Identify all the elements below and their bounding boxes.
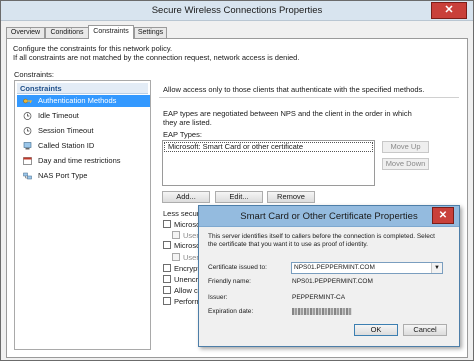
certificate-select[interactable]: NPS01.PEPPERMINT.COM ▼ — [291, 262, 443, 274]
eap-types-list[interactable]: Microsoft: Smart Card or other certifica… — [162, 140, 375, 186]
checkbox-label: Microso — [174, 241, 201, 250]
clock-icon — [23, 127, 32, 135]
edit-button[interactable]: Edit... — [215, 191, 263, 203]
ok-button[interactable]: OK — [354, 324, 398, 336]
dialog-description: the certificate that you want it to use … — [208, 241, 368, 248]
network-icon — [23, 172, 32, 180]
dialog-close-button[interactable]: ✕ — [432, 207, 454, 224]
constraint-item-label: Idle Timeout — [38, 111, 79, 120]
move-down-button[interactable]: Move Down — [382, 158, 429, 170]
constraint-item-label: Day and time restrictions — [38, 156, 121, 165]
dialog-description: This server identifies itself to callers… — [208, 233, 435, 240]
allow-clients-checkbox[interactable] — [163, 286, 171, 294]
checkbox-label: Allow cl — [174, 286, 200, 295]
cancel-button[interactable]: Cancel — [403, 324, 447, 336]
constraints-label: Constraints: — [14, 70, 55, 79]
eap-types-label: EAP Types: — [163, 130, 202, 139]
key-icon — [23, 98, 32, 104]
eap-description: EAP types are negotiated between NPS and… — [163, 109, 412, 118]
friendly-name-label: Friendly name: — [208, 278, 251, 285]
expiration-date-value-redacted — [292, 308, 352, 315]
constraints-header: Constraints — [17, 83, 148, 94]
allow-access-text: Allow access only to those clients that … — [163, 85, 425, 94]
unencrypted-auth-checkbox[interactable] — [163, 275, 171, 283]
close-button[interactable]: ✕ — [431, 2, 467, 19]
user-change-password-checkbox[interactable] — [172, 231, 180, 239]
checkbox-label: Perform — [174, 297, 201, 306]
remove-button[interactable]: Remove — [267, 191, 315, 203]
description-line: Configure the constraints for this netwo… — [13, 44, 173, 53]
user-change-password-checkbox[interactable] — [172, 253, 180, 261]
tab-conditions[interactable]: Conditions — [45, 27, 89, 38]
constraint-item-called-station-id[interactable]: Called Station ID — [17, 140, 150, 152]
constraint-item-label: Session Timeout — [38, 126, 94, 135]
expiration-date-label: Expiration date: — [208, 308, 254, 315]
add-button[interactable]: Add... — [162, 191, 210, 203]
constraint-item-day-time[interactable]: Day and time restrictions — [17, 155, 150, 167]
issuer-value: PEPPERMINT-CA — [292, 294, 346, 301]
checkbox-label: Microso — [174, 220, 201, 229]
mschap-checkbox[interactable] — [163, 241, 171, 249]
eap-description: they are listed. — [163, 118, 212, 127]
friendly-name-value: NPS01.PEPPERMINT.COM — [292, 278, 373, 285]
computer-icon — [23, 142, 32, 150]
dialog-title: Smart Card or Other Certificate Properti… — [240, 211, 418, 222]
title-bar[interactable]: Secure Wireless Connections Properties ✕ — [1, 1, 473, 21]
checkbox-label: User — [183, 231, 199, 240]
clock-icon — [23, 112, 32, 120]
less-secure-label: Less secur — [163, 209, 200, 218]
chevron-down-icon[interactable]: ▼ — [431, 263, 442, 273]
separator — [159, 97, 459, 98]
mschapv2-checkbox[interactable] — [163, 220, 171, 228]
encrypted-auth-checkbox[interactable] — [163, 264, 171, 272]
issuer-label: Issuer: — [208, 294, 228, 301]
constraint-item-label: Called Station ID — [38, 141, 95, 150]
certificate-properties-dialog: Smart Card or Other Certificate Properti… — [198, 205, 460, 347]
constraint-item-authentication-methods[interactable]: Authentication Methods — [17, 95, 150, 107]
constraint-item-session-timeout[interactable]: Session Timeout — [17, 125, 150, 137]
constraint-item-nas-port-type[interactable]: NAS Port Type — [17, 170, 150, 182]
tab-constraints[interactable]: Constraints — [88, 25, 134, 39]
certificate-select-value: NPS01.PEPPERMINT.COM — [294, 264, 375, 271]
certificate-issued-label: Certificate issued to: — [208, 264, 267, 271]
eap-list-item[interactable]: Microsoft: Smart Card or other certifica… — [164, 142, 373, 152]
constraints-list: Constraints Authentication Methods Idle … — [14, 80, 151, 350]
constraint-item-label: Authentication Methods — [38, 96, 117, 105]
move-up-button[interactable]: Move Up — [382, 141, 429, 153]
perform-machine-check-checkbox[interactable] — [163, 297, 171, 305]
tab-settings[interactable]: Settings — [134, 27, 167, 38]
tab-overview[interactable]: Overview — [6, 27, 45, 38]
dialog-title-bar[interactable]: Smart Card or Other Certificate Properti… — [199, 206, 459, 227]
description-line: If all constraints are not matched by th… — [13, 53, 300, 62]
constraint-item-idle-timeout[interactable]: Idle Timeout — [17, 110, 150, 122]
constraint-item-label: NAS Port Type — [38, 171, 88, 180]
window-title: Secure Wireless Connections Properties — [151, 5, 323, 16]
calendar-icon — [23, 157, 32, 165]
checkbox-label: User — [183, 253, 199, 262]
